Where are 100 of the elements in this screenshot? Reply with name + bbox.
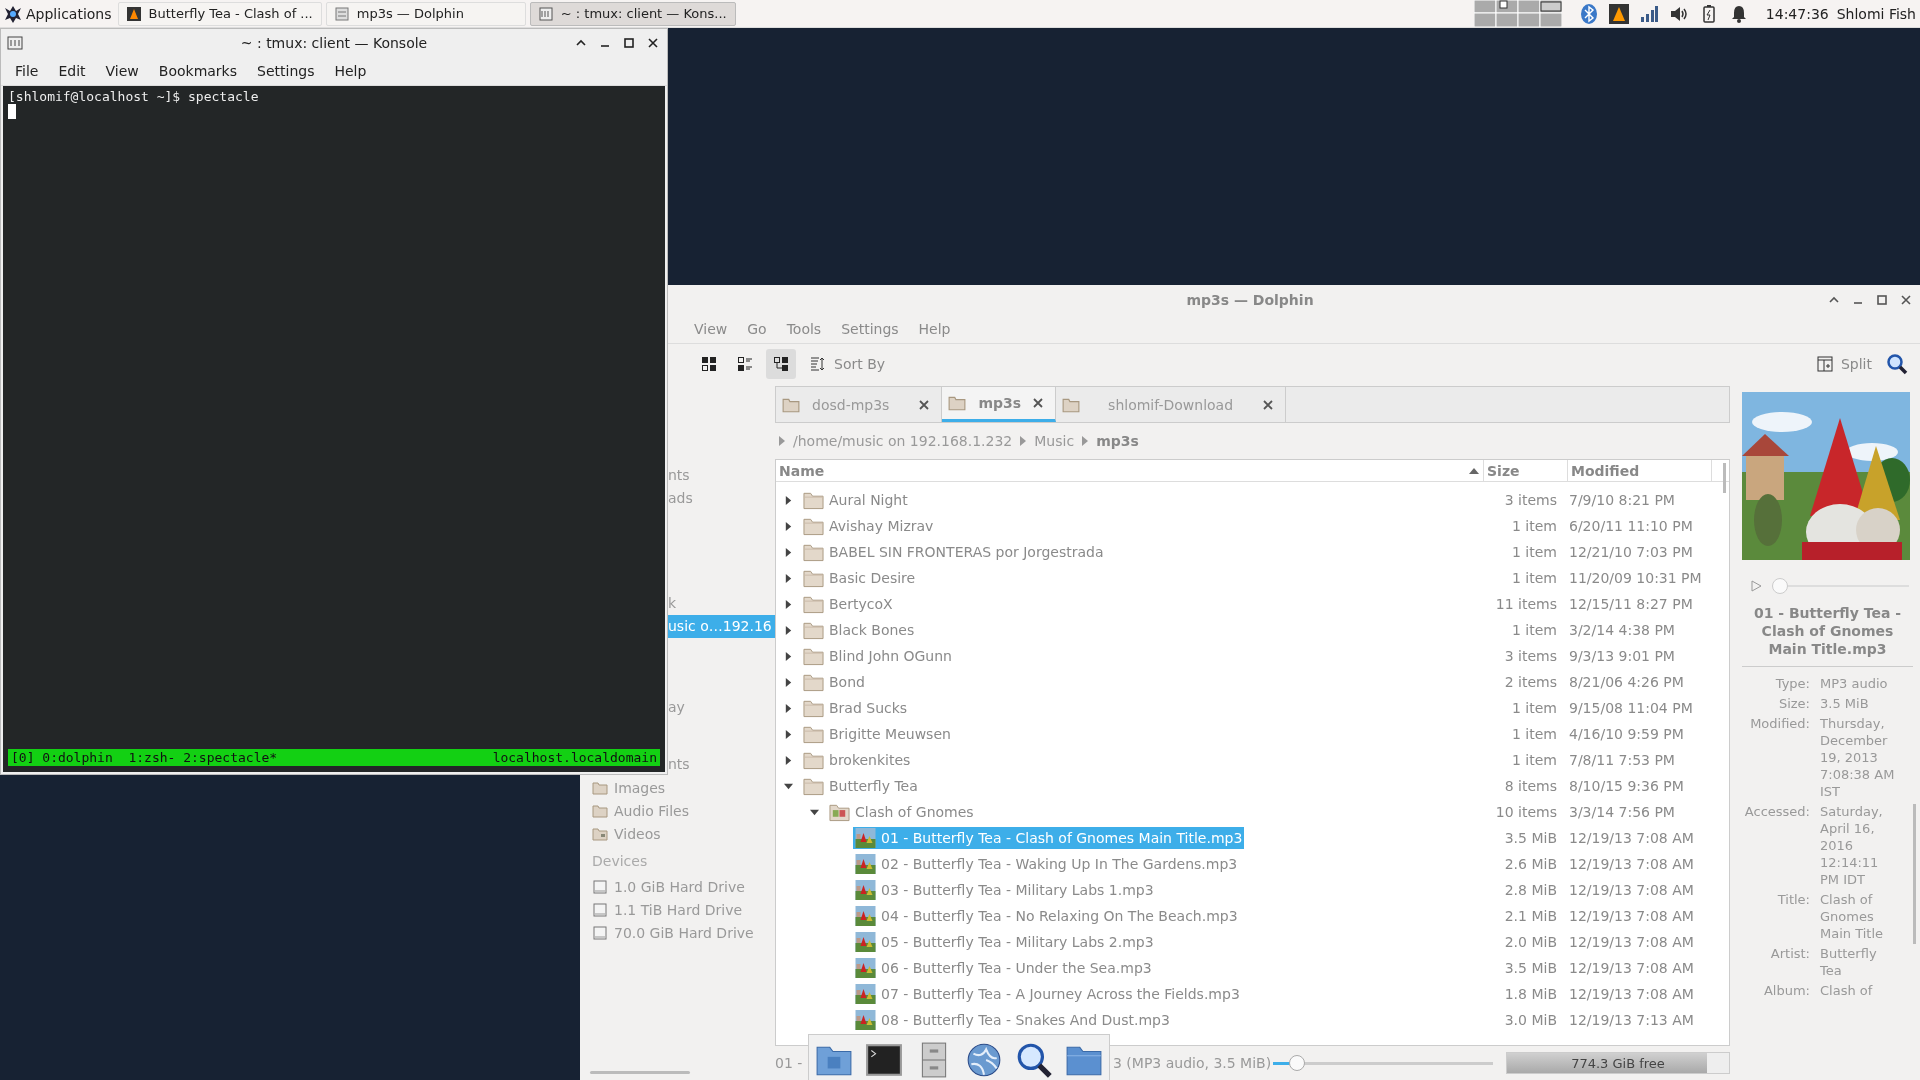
cone-icon[interactable] — [1608, 3, 1629, 24]
file-name[interactable]: 05 - Butterfly Tea - Military Labs 2.mp3 — [853, 931, 1156, 953]
expand-toggle[interactable] — [784, 651, 793, 661]
expand-toggle[interactable] — [784, 781, 793, 791]
task-button[interactable]: ~ : tmux: client — Kons... — [529, 1, 736, 26]
task-button[interactable]: mp3s — Dolphin — [325, 1, 526, 26]
user-name[interactable]: Shlomi Fish — [1836, 5, 1916, 22]
breadcrumb-item[interactable]: mp3s — [1096, 433, 1139, 449]
close-icon[interactable] — [919, 399, 930, 410]
view-mode-button[interactable] — [766, 349, 796, 379]
file-name[interactable]: 08 - Butterfly Tea - Snakes And Dust.mp3 — [853, 1009, 1172, 1031]
scrollbar[interactable] — [1913, 804, 1916, 944]
places-item[interactable]: usic o…192.16 — [668, 615, 776, 638]
menu-item[interactable]: View — [95, 60, 149, 82]
close-icon[interactable] — [1263, 399, 1274, 410]
file-name[interactable]: Aural Night — [801, 489, 910, 511]
folder-icon — [803, 672, 824, 692]
expand-toggle[interactable] — [784, 729, 793, 739]
menu-item[interactable]: Edit — [48, 60, 96, 82]
menu-item[interactable]: Settings — [247, 60, 325, 82]
signal-icon[interactable] — [1638, 3, 1659, 24]
expand-toggle[interactable] — [784, 599, 793, 609]
places-item[interactable]: ads — [668, 487, 697, 510]
file-name[interactable]: Butterfly Tea — [801, 775, 920, 797]
file-name[interactable]: 01 - Butterfly Tea - Clash of Gnomes Main Title.mp3 — [853, 827, 1245, 849]
size-cell-text: 11 items — [1494, 596, 1557, 612]
close-icon[interactable] — [1900, 294, 1912, 306]
launcher-button[interactable]: Applications — [0, 0, 118, 27]
file-name[interactable]: Basic Desire — [801, 567, 918, 589]
file-name[interactable]: Avishay Mizrav — [801, 515, 936, 537]
file-name[interactable]: Bond — [801, 671, 867, 693]
file-name[interactable]: 03 - Butterfly Tea - Military Labs 1.mp3 — [853, 879, 1156, 901]
file-name[interactable]: BertycoX — [801, 593, 895, 615]
expand-toggle[interactable] — [784, 703, 793, 713]
file-name[interactable]: BABEL SIN FRONTERAS por Jorgestrada — [801, 541, 1106, 563]
device-item[interactable]: 70.0 GiB Hard Drive — [580, 921, 770, 944]
bluetooth-icon[interactable] — [1578, 3, 1599, 24]
menu-item[interactable]: Help — [324, 60, 377, 82]
sort-by-button[interactable]: Sort By — [802, 349, 894, 379]
scrollbar[interactable] — [1723, 463, 1726, 493]
terminal-icon[interactable] — [865, 1041, 903, 1079]
device-item[interactable]: 1.1 TiB Hard Drive — [580, 898, 770, 921]
file-name[interactable]: Brigitte Meuwsen — [801, 723, 953, 745]
zoom-slider[interactable] — [1273, 1055, 1493, 1071]
places-item[interactable]: nts — [668, 464, 694, 487]
tab[interactable]: mp3s — [942, 387, 1057, 422]
split-button[interactable]: Split — [1808, 349, 1880, 379]
maximize-icon[interactable] — [623, 37, 635, 49]
field-label: Artist: — [1769, 945, 1810, 963]
menu-item[interactable]: Help — [908, 318, 961, 340]
date-cell: 12/19/13 7:08 AM — [1569, 856, 1694, 872]
menu-item[interactable]: File — [5, 60, 49, 82]
menu-item[interactable]: View — [684, 318, 738, 340]
seek-slider[interactable] — [1772, 578, 1909, 594]
file-name[interactable]: 04 - Butterfly Tea - No Relaxing On The Beach.mp3 — [853, 905, 1240, 927]
expand-toggle[interactable] — [784, 573, 793, 583]
expand-toggle[interactable] — [810, 807, 819, 817]
file-name[interactable]: brokenkites — [801, 749, 913, 771]
file-name[interactable]: 06 - Butterfly Tea - Under the Sea.mp3 — [853, 957, 1154, 979]
globe-icon[interactable] — [965, 1041, 1003, 1079]
terminal-area[interactable]: [shlomif@localhost ~]$ spectacle [0] 0:dolphin 1:zsh- 2:spectacle* localhost.localdomain — [3, 86, 665, 772]
search-icon[interactable] — [1015, 1041, 1053, 1079]
expand-toggle[interactable] — [784, 495, 793, 505]
places-item[interactable]: Audio Files — [580, 799, 770, 822]
file-name[interactable]: 07 - Butterfly Tea - A Journey Across the Fields.mp3 — [853, 983, 1242, 1005]
file-name[interactable]: Brad Sucks — [801, 697, 910, 719]
maximize-icon[interactable] — [1876, 294, 1888, 306]
menu-item[interactable]: Go — [737, 318, 777, 340]
search-icon[interactable] — [1886, 353, 1908, 375]
column-header[interactable]: Modified — [1568, 460, 1712, 481]
menu-item[interactable]: Tools — [776, 318, 832, 340]
close-icon[interactable] — [647, 37, 659, 49]
places-item[interactable]: Images — [580, 776, 770, 799]
places-item[interactable]: Videos — [580, 822, 770, 845]
breadcrumb-item[interactable]: Music — [1034, 433, 1075, 449]
places-item[interactable]: nts — [668, 753, 694, 776]
file-name[interactable]: Blind John OGunn — [801, 645, 954, 667]
file-name[interactable]: 02 - Butterfly Tea - Waking Up In The Gardens.mp3 — [853, 853, 1240, 875]
size-cell-text: 3 items — [1503, 492, 1557, 508]
places-item[interactable]: ay — [668, 696, 689, 719]
expand-toggle[interactable] — [784, 755, 793, 765]
tab[interactable]: shlomif-Download — [1056, 387, 1287, 422]
expand-toggle[interactable] — [784, 547, 793, 557]
scrollbar[interactable] — [590, 1071, 690, 1074]
expand-toggle[interactable] — [784, 677, 793, 687]
clock[interactable]: 14:47:36 — [1765, 5, 1829, 22]
expand-toggle[interactable] — [784, 625, 793, 635]
desktop-pager[interactable] — [1473, 0, 1562, 27]
expand-toggle[interactable] — [784, 521, 793, 531]
file-name[interactable]: Black Bones — [801, 619, 917, 641]
column-header[interactable]: Name — [776, 460, 1484, 481]
file-name[interactable]: Clash of Gnomes — [827, 801, 976, 823]
breadcrumb-item[interactable]: /home/music on 192.168.1.232 — [793, 433, 1013, 449]
column-header[interactable]: Size — [1484, 460, 1568, 481]
task-button[interactable]: Butterfly Tea - Clash of ... — [117, 1, 322, 26]
device-item[interactable]: 1.0 GiB Hard Drive — [580, 875, 770, 898]
places-item[interactable]: k — [668, 592, 681, 615]
close-icon[interactable] — [1033, 398, 1044, 408]
menu-item[interactable]: Bookmarks — [148, 60, 247, 82]
menu-item[interactable]: Settings — [831, 318, 909, 340]
